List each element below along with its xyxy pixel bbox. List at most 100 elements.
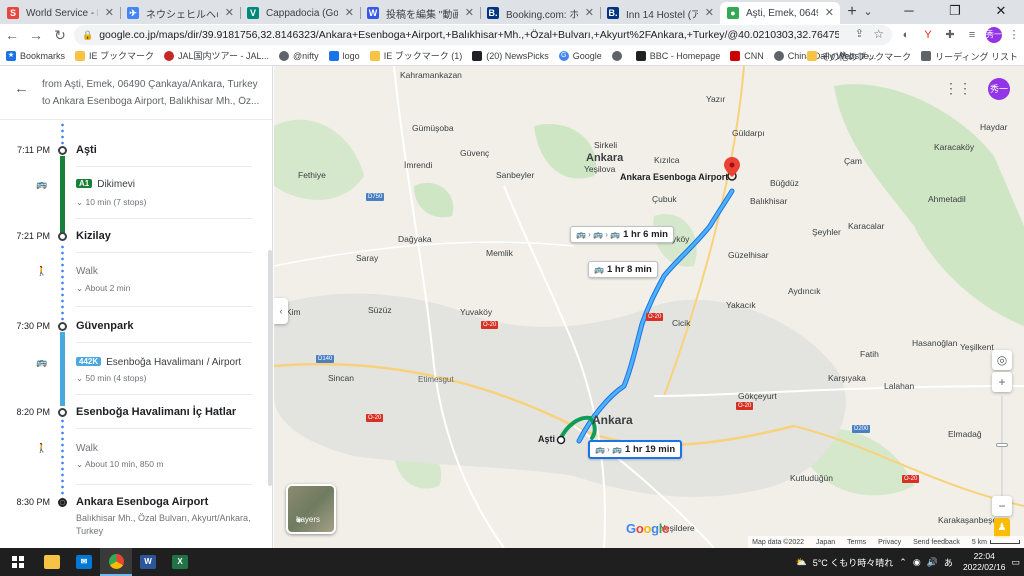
stop-name[interactable]: Aşti xyxy=(76,144,97,156)
my-location-button[interactable]: ◎ xyxy=(992,350,1012,370)
panel-scrollbar[interactable] xyxy=(268,250,272,486)
bookmark-item[interactable] xyxy=(611,50,626,61)
close-tab-icon[interactable]: ✕ xyxy=(345,6,354,19)
notification-icon[interactable]: ▭ xyxy=(1011,557,1020,568)
address-bar[interactable]: 🔒 google.co.jp/maps/dir/39.9181756,32.81… xyxy=(74,25,892,45)
stop-name[interactable]: Kizilay xyxy=(76,230,111,242)
close-tab-icon[interactable]: ✕ xyxy=(465,6,474,19)
bookmark-item[interactable]: logo xyxy=(328,50,360,61)
reading-mode-icon[interactable]: ≡ xyxy=(962,25,982,45)
file-explorer-button[interactable] xyxy=(36,548,68,576)
browser-tab[interactable]: S World Service - Listen ✕ xyxy=(0,2,120,24)
mail-button[interactable]: ✉ xyxy=(68,548,100,576)
reading-list-button[interactable]: リーディング リスト xyxy=(921,50,1018,63)
zoom-out-button[interactable]: − xyxy=(992,496,1012,516)
tab-search-icon[interactable]: ⌄ xyxy=(857,2,879,22)
google-apps-icon[interactable]: ⋮⋮ xyxy=(944,80,972,97)
terms-link[interactable]: Terms xyxy=(847,539,866,546)
stop-name[interactable]: Güvenpark xyxy=(76,320,133,332)
start-button[interactable] xyxy=(0,548,36,576)
route-duration: 1 hr 6 min xyxy=(623,229,668,240)
clock-date: 2022/02/16 xyxy=(962,562,1006,572)
route-option-callout[interactable]: 🚌 1 hr 8 min xyxy=(588,261,658,278)
collapse-panel-button[interactable]: ‹ xyxy=(274,298,288,324)
layers-button[interactable]: ◈ Layers xyxy=(286,484,336,534)
extension-icon[interactable]: ◐ xyxy=(896,25,916,45)
origin-map-label[interactable]: Aşti xyxy=(538,434,555,444)
from-location[interactable]: from Aşti, Emek, 06490 Çankaya/Ankara, T… xyxy=(42,79,262,90)
reload-icon[interactable]: ↻ xyxy=(48,27,72,44)
close-window-button[interactable]: ✕ xyxy=(978,0,1024,24)
weather-text[interactable]: 5°C くもり時々晴れ xyxy=(813,556,894,569)
destination-map-label[interactable]: Ankara Esenboga Airport xyxy=(620,172,728,182)
account-avatar[interactable]: 秀一 xyxy=(988,78,1010,100)
excel-button[interactable]: X xyxy=(164,548,196,576)
leg-details-toggle[interactable]: ⌄ 50 min (4 stops) xyxy=(76,373,146,384)
scale-indicator[interactable]: 5 km xyxy=(972,539,1020,546)
weather-icon[interactable]: ⛅ xyxy=(795,557,806,568)
close-tab-icon[interactable]: ✕ xyxy=(585,6,594,19)
browser-tab-active[interactable]: ● Aşti, Emek, 06490 Çan ✕ xyxy=(720,2,840,24)
tray-overflow-icon[interactable]: ⌃ xyxy=(899,557,907,568)
bookmark-item[interactable]: (20) NewsPicks xyxy=(472,50,549,61)
leg-details-toggle[interactable]: ⌄ About 10 min, 850 m xyxy=(76,459,163,470)
other-bookmarks-folder[interactable]: その他のブックマーク xyxy=(807,50,911,63)
zoom-in-button[interactable]: + xyxy=(992,372,1012,392)
leg-details-toggle[interactable]: ⌄ 10 min (7 stops) xyxy=(76,197,146,208)
destination-name[interactable]: Ankara Esenboga Airport xyxy=(76,496,208,508)
browser-tab[interactable]: B. Booking.com: ホテル ✕ xyxy=(480,2,600,24)
share-icon[interactable]: ⇪ xyxy=(855,27,864,40)
tab-title: Cappadocia (Goreme xyxy=(266,7,338,19)
ime-indicator[interactable]: あ xyxy=(944,556,953,569)
close-tab-icon[interactable]: ✕ xyxy=(705,6,714,19)
profile-avatar[interactable]: 秀一 xyxy=(986,27,1002,43)
browser-tab[interactable]: W 投稿を編集 "動画で見 ✕ xyxy=(360,2,480,24)
minimize-button[interactable]: ─ xyxy=(886,0,932,24)
layers-text: Layers xyxy=(296,515,321,524)
lock-icon[interactable]: 🔒 xyxy=(82,30,93,41)
bookmark-item[interactable]: @nifty xyxy=(279,50,319,61)
divider xyxy=(76,306,252,307)
bookmark-item[interactable]: G Google xyxy=(558,50,602,61)
bookmark-star-icon[interactable]: ☆ xyxy=(873,27,884,41)
leg-line-name[interactable]: A1 Dikimevi xyxy=(76,179,135,190)
network-icon[interactable]: ◉ xyxy=(913,557,921,568)
bookmark-item[interactable]: BBC - Homepage xyxy=(635,50,720,61)
bookmark-item[interactable]: CNN xyxy=(730,50,764,61)
clock[interactable]: 22:04 2022/02/16 xyxy=(963,551,1006,573)
close-tab-icon[interactable]: ✕ xyxy=(105,6,114,19)
browser-tab[interactable]: B. Inn 14 Hostel (アンカラ ✕ xyxy=(600,2,720,24)
bookmark-folder[interactable]: IE ブックマーク xyxy=(75,49,154,62)
url-text[interactable]: google.co.jp/maps/dir/39.9181756,32.8146… xyxy=(99,29,839,41)
menu-kebab-icon[interactable]: ⋮ xyxy=(1004,25,1024,45)
stop-name[interactable]: Esenboğa Havalimanı İç Hatlar xyxy=(76,406,236,418)
bookmark-folder[interactable]: IE ブックマーク (1) xyxy=(369,49,462,62)
bookmark-item[interactable]: JAL国内ツアー - JAL... xyxy=(164,49,269,62)
speaker-icon[interactable]: 🔊 xyxy=(927,557,938,568)
send-feedback-link[interactable]: Send feedback xyxy=(913,539,960,546)
privacy-link[interactable]: Privacy xyxy=(878,539,901,546)
to-location[interactable]: to Ankara Esenboga Airport, Balıkhisar M… xyxy=(42,96,262,107)
leg-line-name[interactable]: 442K Esenboğa Havalimanı / Airport xyxy=(76,357,241,368)
browser-tab[interactable]: V Cappadocia (Goreme ✕ xyxy=(240,2,360,24)
selected-route-callout[interactable]: 🚌 › 🚌 1 hr 19 min xyxy=(588,440,683,459)
close-tab-icon[interactable]: ✕ xyxy=(225,6,234,19)
chrome-button[interactable] xyxy=(100,548,132,576)
extension-icon[interactable]: Y xyxy=(918,25,938,45)
leg-details-toggle[interactable]: ⌄ About 2 min xyxy=(76,283,130,294)
browser-tab[interactable]: ✈ ネウシェヒルへの片道便 ✕ xyxy=(120,2,240,24)
zoom-slider-handle[interactable] xyxy=(996,443,1008,447)
bookmark-item[interactable]: ★ Bookmarks xyxy=(6,50,65,61)
back-arrow-icon[interactable]: ← xyxy=(14,80,29,97)
region-link[interactable]: Japan xyxy=(816,539,835,546)
restore-button[interactable]: ❐ xyxy=(932,0,978,24)
forward-arrow-icon[interactable]: → xyxy=(24,27,48,43)
map-canvas[interactable]: Kahramankazan Yazır Güldarpı Haydar Gümü… xyxy=(274,66,1024,548)
street-view-pegman-icon[interactable]: ♟ xyxy=(994,518,1010,538)
route-option-callout[interactable]: 🚌 › 🚌 › 🚌 1 hr 6 min xyxy=(570,226,674,243)
leg-detail: About 10 min, 850 m xyxy=(85,459,164,469)
word-button[interactable]: W xyxy=(132,548,164,576)
puzzle-extensions-icon[interactable]: ✚ xyxy=(940,25,960,45)
back-arrow-icon[interactable]: ← xyxy=(0,27,24,43)
close-tab-icon[interactable]: ✕ xyxy=(825,6,834,19)
